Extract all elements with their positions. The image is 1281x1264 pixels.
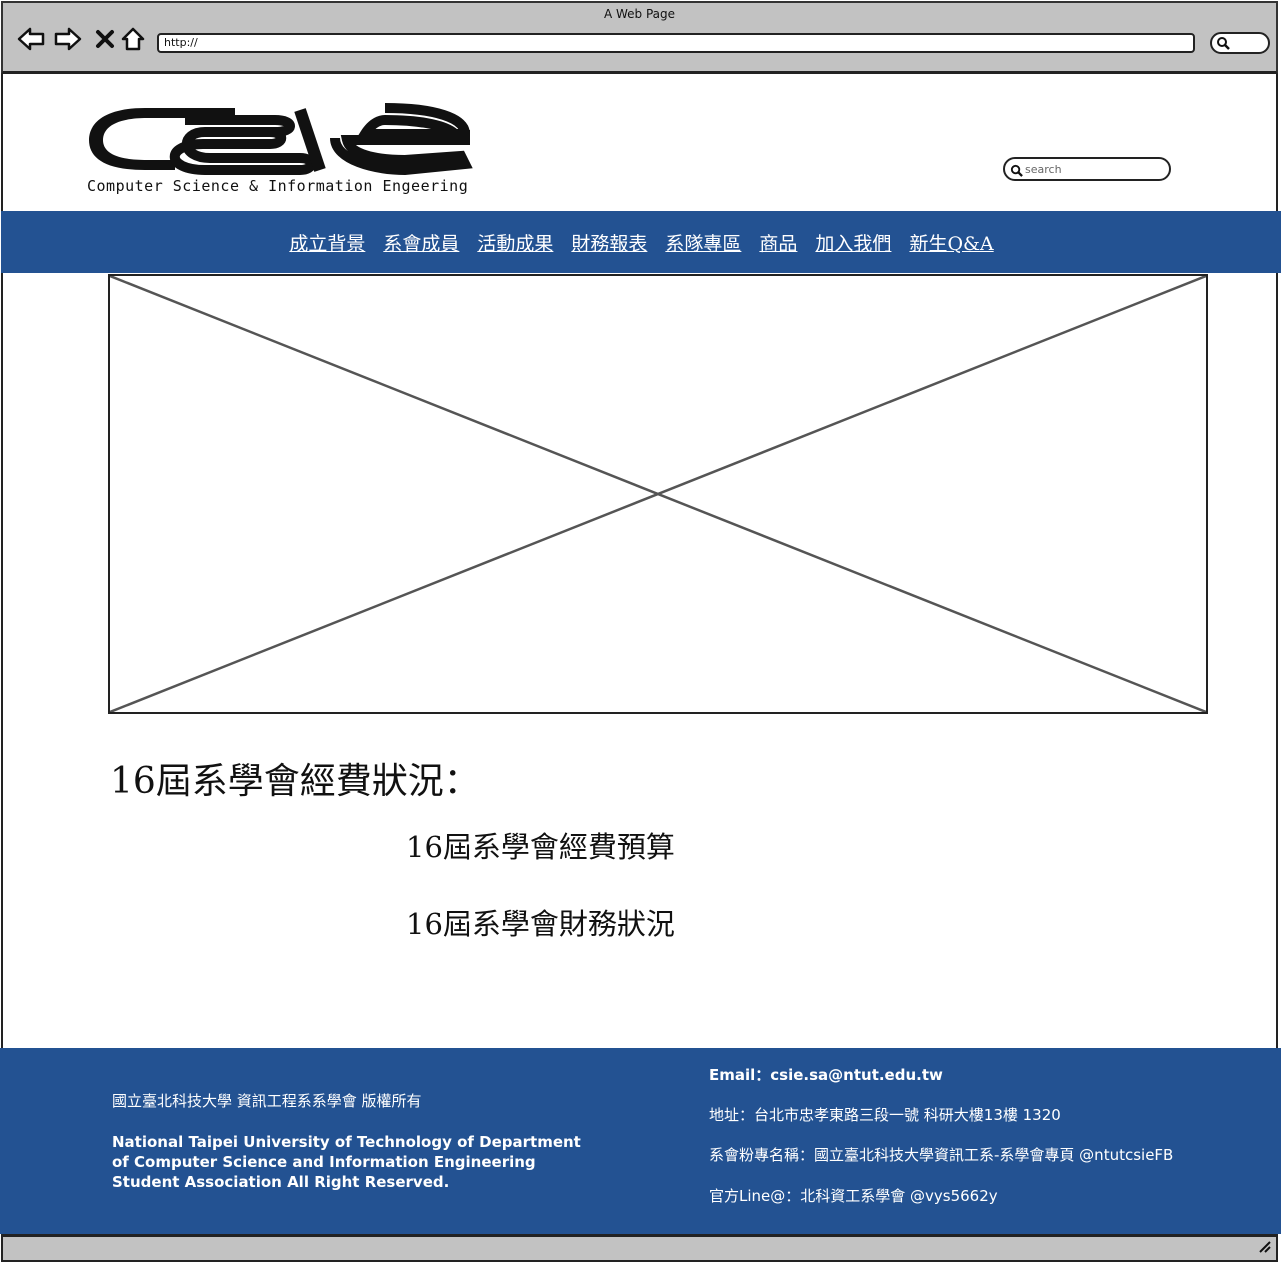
- nav-item-members[interactable]: 系會成員: [383, 229, 459, 256]
- nav-item-join[interactable]: 加入我們: [815, 229, 891, 256]
- footer-email: Email：csie.sa@ntut.edu.tw: [709, 1066, 943, 1084]
- home-icon[interactable]: [119, 25, 147, 53]
- footer-fanpage: 系會粉專名稱：國立臺北科技大學資訊工系-系學會專頁 @ntutcsieFB: [709, 1146, 1174, 1164]
- hero-image-placeholder: [108, 274, 1208, 714]
- page-heading: 16屆系學會經費狀況：: [110, 761, 480, 802]
- browser-title: A Web Page: [603, 7, 676, 21]
- nav-item-products[interactable]: 商品: [759, 229, 797, 256]
- budget-link[interactable]: 16屆系學會經費預算: [406, 824, 675, 866]
- nav-item-background[interactable]: 成立背景: [289, 229, 365, 256]
- financial-status-link[interactable]: 16屆系學會財務狀況: [406, 901, 675, 943]
- footer-address: 地址：台北市忠孝東路三段一號 科研大樓13樓 1320: [709, 1106, 1061, 1124]
- footer-line: 官方Line@：北科資工系學會 @vys5662y: [709, 1187, 998, 1205]
- back-arrow-icon[interactable]: [17, 25, 45, 53]
- browser-search-field[interactable]: [1210, 32, 1270, 54]
- browser-toolbar: A Web Page http://: [1, 1, 1278, 74]
- logo-subtitle: Computer Science & Information Engeering: [87, 177, 469, 195]
- search-icon: [1010, 162, 1023, 181]
- nav-item-activities[interactable]: 活動成果: [477, 229, 553, 256]
- nav-item-teams[interactable]: 系隊專區: [665, 229, 741, 256]
- nav-item-freshman-qa[interactable]: 新生Q&A: [909, 229, 993, 256]
- footer-copyright-cn: 國立臺北科技大學 資訊工程系系學會 版權所有: [112, 1092, 422, 1110]
- site-search[interactable]: [1003, 157, 1171, 181]
- close-icon[interactable]: [91, 25, 119, 53]
- footer: 國立臺北科技大學 資訊工程系系學會 版權所有 National Taipei U…: [0, 1048, 1281, 1234]
- forward-arrow-icon[interactable]: [54, 25, 82, 53]
- nav-item-finance[interactable]: 財務報表: [571, 229, 647, 256]
- search-input[interactable]: [1025, 160, 1165, 178]
- search-icon: [1216, 35, 1230, 54]
- url-bar[interactable]: http://: [157, 33, 1195, 53]
- footer-copyright-en: National Taipei University of Technology…: [112, 1133, 581, 1191]
- resize-grip-icon[interactable]: [1256, 1238, 1272, 1258]
- status-bar: [1, 1234, 1278, 1262]
- main-nav: 成立背景 系會成員 活動成果 財務報表 系隊專區 商品 加入我們 新生Q&A: [1, 211, 1281, 273]
